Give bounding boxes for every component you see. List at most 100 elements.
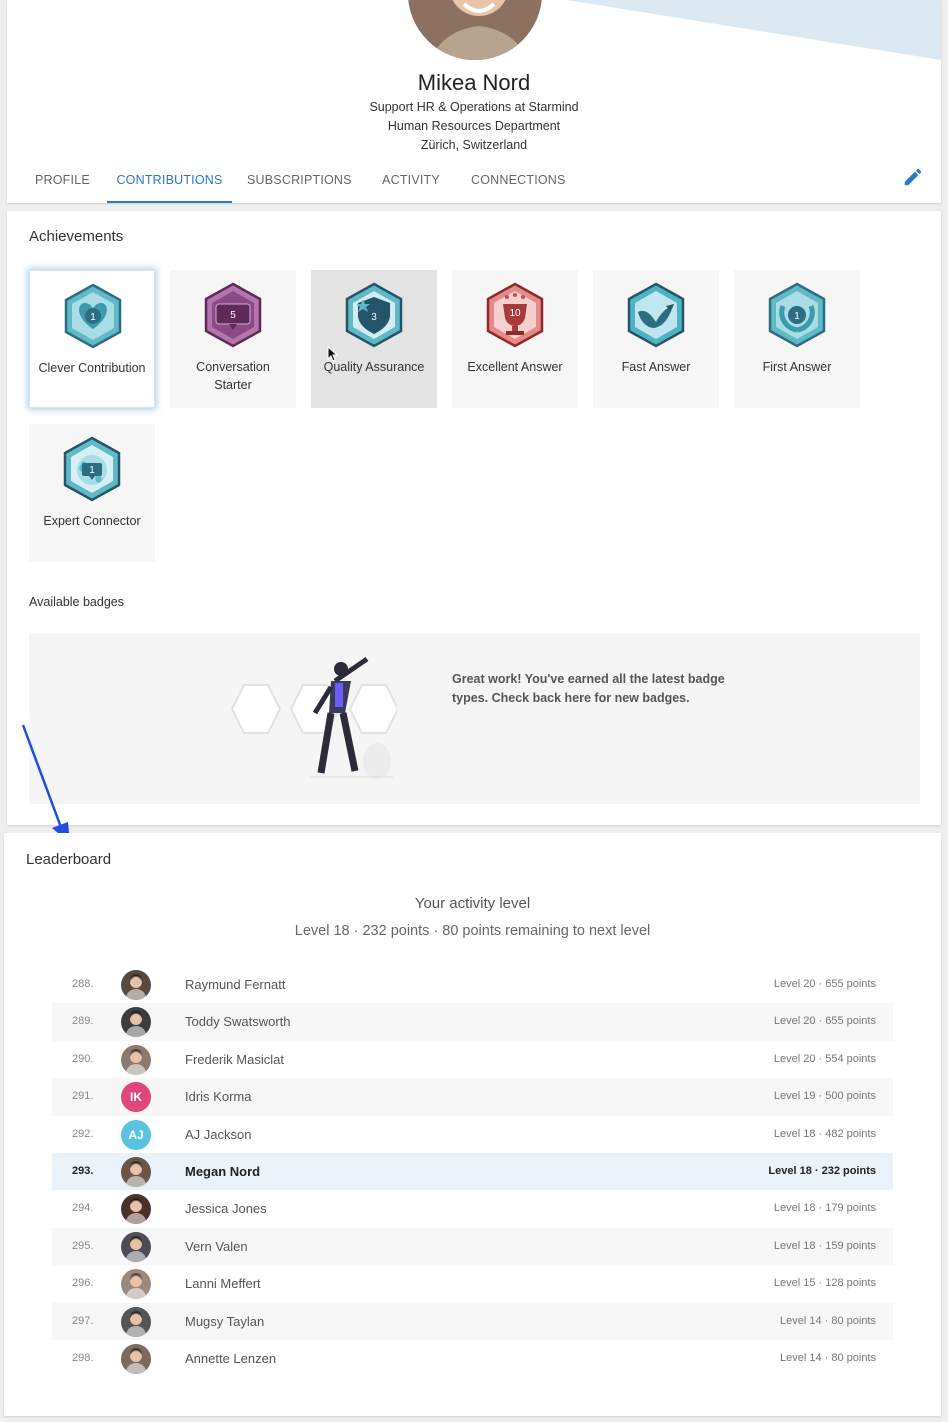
leaderboard-rank: 296.	[72, 1277, 94, 1290]
annotation-arrow-icon	[21, 724, 70, 843]
profile-role: Support HR & Operations at Starmind	[369, 100, 579, 114]
tab-contributions[interactable]: CONTRIBUTIONS	[107, 166, 232, 203]
badge-expert-connector[interactable]: 1 Expert Connector	[29, 424, 155, 562]
badge-excellent-answer[interactable]: 10 Excellent Answer	[452, 270, 578, 408]
badge-label: Excellent Answer	[467, 360, 563, 374]
edit-pencil-icon[interactable]	[902, 166, 924, 188]
leaderboard-title: Leaderboard	[26, 851, 112, 868]
user-avatar[interactable]	[121, 1343, 151, 1374]
badge-conversation-starter[interactable]: 5 Conversation Starter	[170, 270, 296, 408]
badge-count: 3	[371, 312, 377, 323]
activity-level-title: Your activity level	[414, 895, 531, 912]
leaderboard-rank: 297.	[72, 1314, 94, 1327]
leaderboard-rank: 289.	[72, 1015, 94, 1028]
leaderboard-score: Level 20 · 655 points	[773, 1015, 876, 1028]
laurel-badge-icon: 1	[768, 282, 826, 348]
leaderboard-name[interactable]: Mugsy Taylan	[185, 1314, 264, 1329]
badge-label: First Answer	[762, 360, 832, 374]
user-avatar[interactable]	[121, 1044, 151, 1075]
user-avatar[interactable]	[121, 970, 151, 1000]
available-badges-title: Available badges	[29, 595, 124, 609]
leaderboard-rank: 294.	[72, 1202, 94, 1215]
celebrating-person-illustration	[230, 656, 397, 779]
badge-quality-assurance[interactable]: 3 Quality Assurance	[311, 270, 437, 408]
leaderboard-score: Level 18 · 159 points	[773, 1239, 876, 1252]
user-avatar[interactable]: IK	[121, 1082, 151, 1113]
leaderboard-name[interactable]: Raymund Fernatt	[185, 977, 285, 992]
tab-activity[interactable]: ACTIVITY	[381, 166, 441, 203]
leaderboard-name[interactable]: Frederik Masiclat	[185, 1052, 284, 1067]
tab-subscriptions[interactable]: SUBSCRIPTIONS	[247, 166, 352, 203]
user-avatar[interactable]	[121, 1007, 151, 1038]
leaderboard-name[interactable]: Megan Nord	[185, 1164, 260, 1179]
leaderboard-score: Level 15 · 128 points	[773, 1277, 876, 1290]
badge-count: 1	[90, 312, 96, 323]
leaderboard-score: Level 18 · 482 points	[773, 1127, 876, 1140]
badge-label: Fast Answer	[621, 360, 691, 374]
leaderboard-score: Level 14 · 80 points	[779, 1314, 876, 1327]
trophy-badge-icon: 10	[486, 282, 544, 348]
leaderboard-score: Level 20 · 655 points	[773, 978, 876, 990]
globe-badge-icon: 1	[63, 436, 121, 502]
user-avatar[interactable]	[121, 1231, 151, 1262]
user-avatar[interactable]	[121, 1306, 151, 1337]
leaderboard-name[interactable]: Annette Lenzen	[185, 1351, 276, 1366]
badge-clever-contribution[interactable]: 1 Clever Contribution	[29, 270, 155, 408]
bird-badge-icon	[627, 282, 685, 348]
badge-count: 1	[794, 311, 800, 322]
profile-name: Mikea Nord	[417, 70, 531, 95]
leaderboard-row[interactable]: 290. Frederik Masiclat Level 20 · 554 poin…	[52, 1041, 893, 1078]
leaderboard-name[interactable]: Lanni Meffert	[185, 1276, 261, 1291]
leaderboard-row[interactable]: 298. Annette Lenzen Level 14 · 80 points	[52, 1340, 893, 1377]
leaderboard-row[interactable]: 292. AJ AJ Jackson Level 18 · 482 points	[52, 1116, 893, 1153]
achievements-card: Achievements 1 Clever Contribution 5 Con…	[7, 211, 941, 825]
leaderboard-name[interactable]: Toddy Swatsworth	[185, 1014, 291, 1029]
activity-level-summary: Level 18 · 232 points · 80 points remain…	[294, 923, 651, 939]
leaderboard-rank: 292.	[72, 1127, 94, 1140]
leaderboard-row[interactable]: 291. IK Idris Korma Level 19 · 500 points	[52, 1078, 893, 1116]
leaderboard-score: Level 18 · 232 points	[768, 1164, 876, 1177]
leaderboard-name[interactable]: Vern Valen	[185, 1239, 248, 1254]
user-avatar[interactable]	[121, 1156, 151, 1187]
leaderboard-name[interactable]: Idris Korma	[185, 1089, 251, 1104]
user-avatar[interactable]	[121, 1194, 151, 1225]
profile-location: Zürich, Switzerland	[420, 138, 528, 152]
leaderboard-name[interactable]: AJ Jackson	[185, 1127, 251, 1142]
available-badges-message: Great work! You've earned all the latest…	[452, 672, 725, 705]
user-avatar[interactable]: AJ	[121, 1119, 151, 1150]
speech-bubble-badge-icon: 5	[204, 282, 262, 348]
badge-count: 10	[509, 308, 521, 319]
available-badges-empty-state: Great work! You've earned all the latest…	[29, 633, 920, 804]
tab-profile[interactable]: PROFILE	[35, 166, 90, 203]
mouse-cursor-icon	[327, 346, 339, 362]
leaderboard-row[interactable]: 288. Raymund Fernatt Level 20 · 655 points	[52, 966, 893, 1003]
leaderboard-row[interactable]: 296. Lanni Meffert Level 15 · 128 points	[52, 1265, 893, 1302]
shield-badge-icon: 3	[345, 282, 403, 348]
user-avatar[interactable]	[121, 1269, 151, 1300]
badge-count: 5	[230, 310, 236, 321]
leaderboard-score: Level 19 · 500 points	[773, 1090, 876, 1103]
leaderboard-row[interactable]: 289. Toddy Swatsworth Level 20 · 655 point…	[52, 1003, 893, 1041]
leaderboard-score: Level 18 · 179 points	[773, 1202, 876, 1215]
leaderboard-rank: 288.	[72, 978, 94, 990]
leaderboard-name[interactable]: Jessica Jones	[185, 1201, 267, 1216]
leaderboard-score: Level 14 · 80 points	[779, 1351, 876, 1364]
leaderboard-row[interactable]: 297. Mugsy Taylan Level 14 · 80 points	[52, 1302, 893, 1340]
heart-hands-badge-icon: 1	[64, 283, 122, 349]
leaderboard-score: Level 20 · 554 points	[773, 1052, 876, 1065]
leaderboard-row[interactable]: 294. Jessica Jones Level 18 · 179 points	[52, 1190, 893, 1227]
tab-connections[interactable]: CONNECTIONS	[471, 166, 565, 203]
badge-fast-answer[interactable]: Fast Answer	[593, 270, 719, 408]
leaderboard-row[interactable]: 295. Vern Valen Level 18 · 159 points	[52, 1227, 893, 1266]
leaderboard-row[interactable]: 293. Megan Nord Level 18 · 232 points	[52, 1152, 893, 1191]
badge-label: Expert Connector	[43, 514, 141, 528]
profile-tabs: PROFILE CONTRIBUTIONS SUBSCRIPTIONS ACTI…	[7, 166, 941, 203]
badge-count: 1	[89, 465, 95, 476]
achievements-title: Achievements	[29, 228, 124, 245]
leaderboard-list: 288. Raymund Fernatt Level 20 · 655 points…	[52, 966, 893, 1377]
leaderboard-card: Leaderboard Your activity level Level 18…	[4, 833, 941, 1416]
profile-header: Mikea Nord Support HR & Operations at St…	[7, 0, 941, 203]
badge-first-answer[interactable]: 1 First Answer	[734, 270, 860, 408]
leaderboard-rank: 293.	[72, 1164, 94, 1177]
badge-label: Clever Contribution	[38, 361, 146, 375]
